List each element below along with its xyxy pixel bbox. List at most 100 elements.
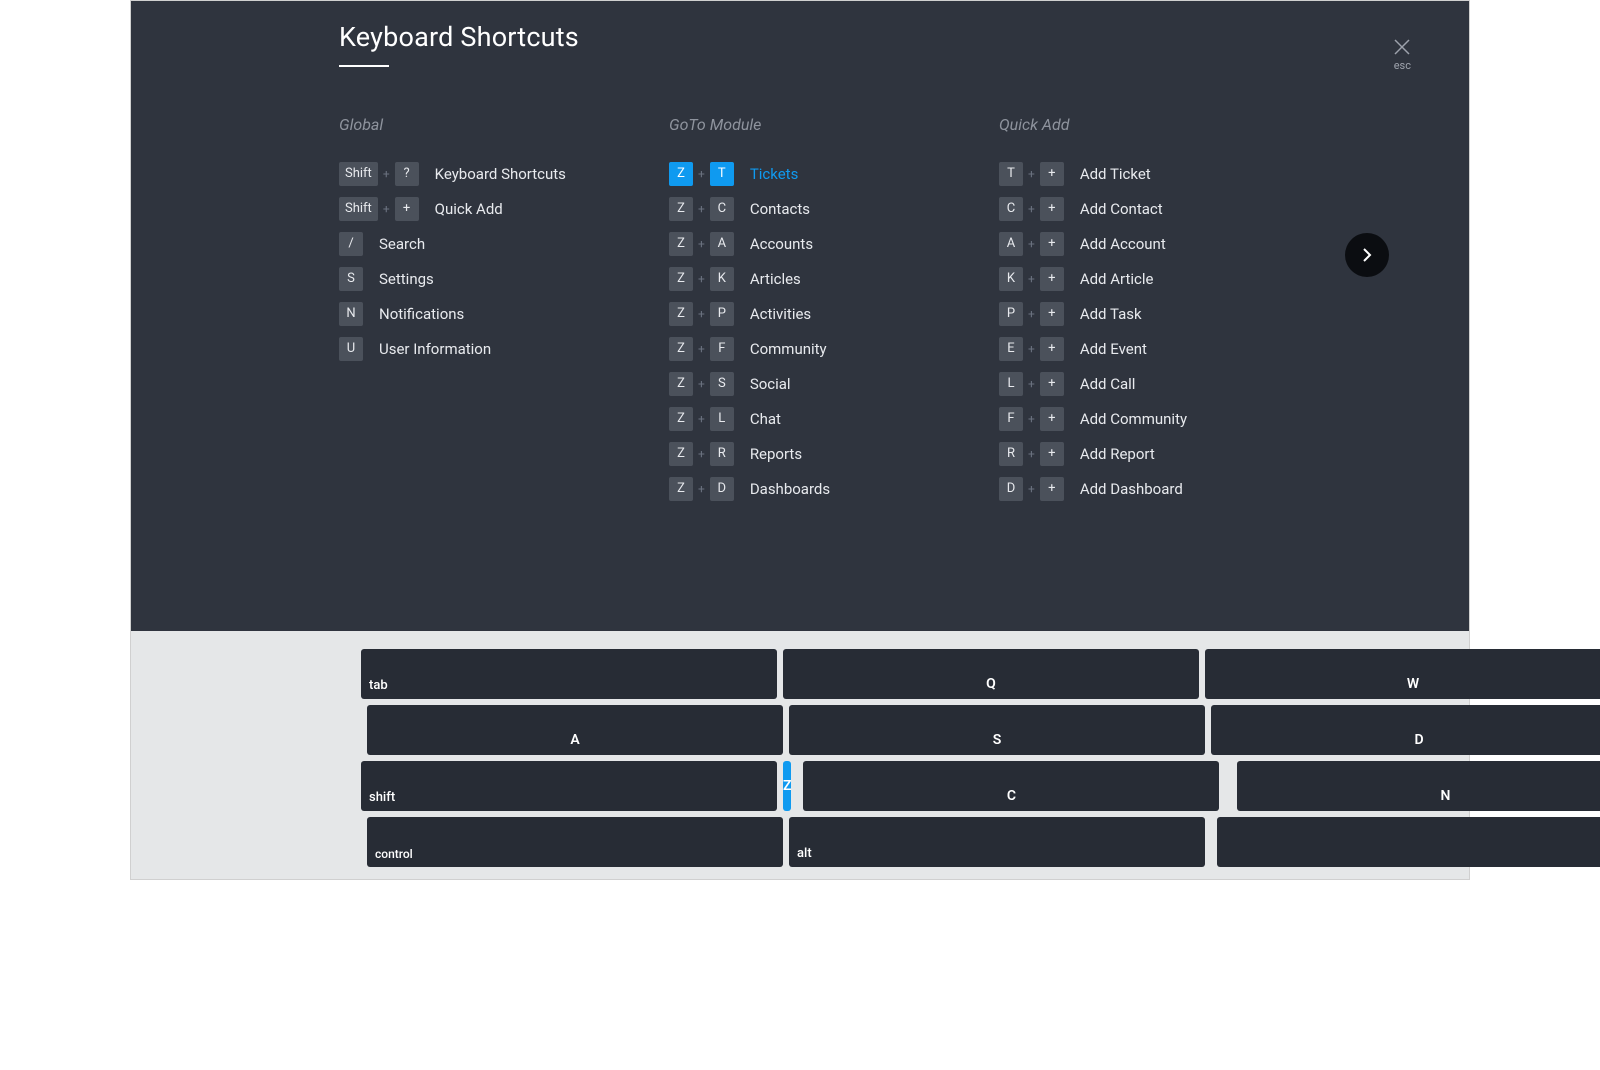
column-heading: GoTo Module [669,115,999,134]
shortcut-description: Community [750,340,827,358]
shortcut-description: Add Community [1080,410,1187,428]
key-badge: A [710,232,734,256]
key-badge: + [1040,372,1064,396]
shortcut-description: Chat [750,410,781,428]
key-badge: Shift [339,162,378,186]
shortcut-row: N Notifications [339,296,669,331]
shortcut-row: UUser Information [339,331,669,366]
shortcut-description: Add Call [1080,375,1136,393]
key-badge: L [710,407,734,431]
shortcut-description: Settings [379,270,434,288]
plus-separator: + [1028,167,1035,181]
key-badge: T [710,162,734,186]
plus-separator: + [383,202,390,216]
key-badge: N [339,302,363,326]
key-badge: Z [669,232,693,256]
key-badge: K [999,267,1023,291]
keyboard-key: N [1237,761,1600,811]
column-goto: GoTo Module Z+TTicketsZ+CContactsZ+AAcco… [669,115,999,506]
key-badge: + [1040,407,1064,431]
shortcut-description: Keyboard Shortcuts [435,165,566,183]
key-badge: Z [669,337,693,361]
key-badge: Z [669,162,693,186]
shortcut-row: Z+RReports [669,436,999,471]
shortcut-row: R++Add Report [999,436,1329,471]
keyboard-key: Q [783,649,1199,699]
column-global: Global Shift+?Keyboard ShortcutsShift++Q… [339,115,669,506]
plus-separator: + [1028,202,1035,216]
shortcut-description: Add Report [1080,445,1155,463]
shortcut-description: Contacts [750,200,810,218]
keyboard-key: S [789,705,1205,755]
key-badge: + [1040,442,1064,466]
keyboard-key: Z [783,761,791,811]
plus-separator: + [1028,377,1035,391]
shortcut-row: Shift++Quick Add [339,191,669,226]
next-page-button[interactable] [1345,233,1389,277]
keyboard-key: A [367,705,783,755]
shortcut-row: Z+AAccounts [669,226,999,261]
key-badge: Z [669,197,693,221]
title-underline [339,65,389,67]
plus-separator: + [383,167,390,181]
close-button[interactable]: esc [1394,39,1411,72]
key-badge: K [710,267,734,291]
plus-separator: + [698,202,705,216]
key-badge: Z [669,442,693,466]
key-badge: Z [669,372,693,396]
key-badge: Z [669,407,693,431]
shortcut-row: F++Add Community [999,401,1329,436]
shortcut-description: Notifications [379,305,464,323]
key-badge: A [999,232,1023,256]
shortcut-row: Z+LChat [669,401,999,436]
plus-separator: + [698,447,705,461]
keyboard-visual: tabQWERTUOP+delete ASDFGKLenter shiftZCN… [131,631,1469,868]
shortcut-row: / Search [339,226,669,261]
shortcut-row: Z+SSocial [669,366,999,401]
keyboard-key: tab [361,649,777,699]
column-quickadd: Quick Add T++Add TicketC++Add ContactA++… [999,115,1329,506]
key-badge: P [999,302,1023,326]
column-heading: Quick Add [999,115,1329,134]
key-badge: + [1040,267,1064,291]
shortcut-description: Search [379,235,425,253]
shortcut-description: Add Article [1080,270,1154,288]
keyboard-key: alt [789,817,1205,867]
shortcut-row: SSettings [339,261,669,296]
shortcut-description: Dashboards [750,480,830,498]
key-badge: + [1040,302,1064,326]
shortcut-description: Activities [750,305,811,323]
key-badge: E [999,337,1023,361]
chevron-right-icon [1359,247,1375,263]
key-badge: F [999,407,1023,431]
shortcut-description: Social [750,375,791,393]
key-badge: T [999,162,1023,186]
key-badge: + [1040,197,1064,221]
plus-separator: + [1028,307,1035,321]
shortcut-row: T++Add Ticket [999,156,1329,191]
keyboard-key: shift [361,761,777,811]
shortcut-description: Add Task [1080,305,1142,323]
shortcut-description: Quick Add [435,200,503,218]
shortcut-description: Tickets [750,165,799,183]
plus-separator: + [698,482,705,496]
plus-separator: + [1028,482,1035,496]
shortcut-description: Accounts [750,235,813,253]
plus-separator: + [1028,272,1035,286]
shortcut-row: Z+PActivities [669,296,999,331]
key-badge: S [710,372,734,396]
key-badge: / [339,232,363,256]
key-badge: + [1040,232,1064,256]
plus-separator: + [698,167,705,181]
shortcut-row: Shift+?Keyboard Shortcuts [339,156,669,191]
keyboard-key: W [1205,649,1600,699]
shortcut-columns: Global Shift+?Keyboard ShortcutsShift++Q… [339,115,1261,506]
shortcut-row: E++Add Event [999,331,1329,366]
key-badge: L [999,372,1023,396]
key-badge: R [999,442,1023,466]
close-label: esc [1394,59,1411,72]
key-badge: + [1040,162,1064,186]
key-badge: D [710,477,734,501]
keyboard-key: control [367,817,783,867]
shortcuts-dialog: Keyboard Shortcuts esc Global Shift+?Key… [130,0,1470,880]
